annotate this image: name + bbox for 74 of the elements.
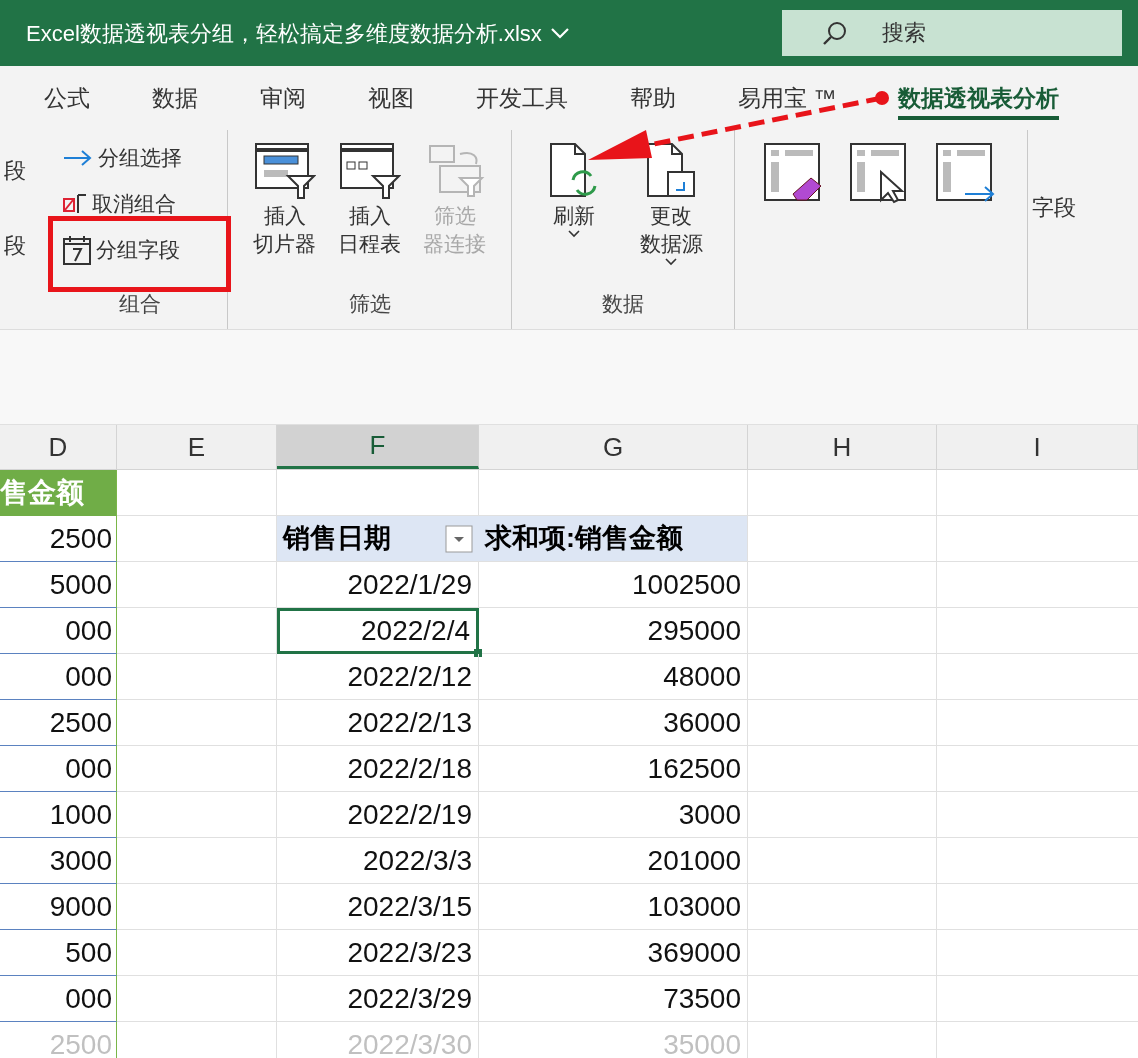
table-cell: 3000: [0, 838, 117, 884]
pivot-header-cell: 求和项:销售金额: [479, 516, 748, 562]
column-header[interactable]: H: [748, 425, 937, 469]
table-cell: 295000: [479, 608, 748, 654]
column-header[interactable]: I: [937, 425, 1138, 469]
column-header[interactable]: G: [479, 425, 748, 469]
filter-table-icon: [338, 140, 401, 202]
table-cell: 2022/2/13: [277, 700, 479, 746]
table-cell: 369000: [479, 930, 748, 976]
table-cell: 000: [0, 976, 117, 1022]
arrow-icon: [62, 148, 94, 168]
group-label: 数据: [601, 290, 645, 317]
search-field[interactable]: 搜索: [782, 10, 1122, 56]
ribbon-label: 字段: [1032, 194, 1076, 222]
ribbon-tab[interactable]: 数据透视表分析: [898, 76, 1060, 120]
column-header[interactable]: F: [277, 425, 479, 469]
table-cell: 162500: [479, 746, 748, 792]
table-cell: 2022/3/15: [277, 884, 479, 930]
table-cell: 2022/2/4: [277, 608, 479, 654]
ribbon-label: 段: [4, 231, 27, 260]
group-label: 组合: [117, 290, 162, 317]
table-cell: 000: [0, 746, 117, 792]
table-cell: 1002500: [479, 562, 748, 608]
table-cell: 9000: [0, 884, 117, 930]
ribbon-button[interactable]: 插入 切片器: [253, 140, 316, 258]
calendar-icon: [62, 234, 92, 266]
ribbon-button[interactable]: 分组选择: [62, 138, 182, 178]
table-cell: 1000: [0, 792, 117, 838]
ungroup-icon: [62, 193, 88, 215]
table-cell: 103000: [479, 884, 748, 930]
ribbon-button[interactable]: 刷新: [543, 140, 606, 230]
ribbon-button[interactable]: 更改 数据源: [639, 140, 703, 258]
ribbon-tab[interactable]: 易用宝 ™: [738, 76, 837, 120]
table-cell: 35000: [479, 1022, 748, 1058]
search-icon: [822, 20, 848, 46]
ribbon-tab[interactable]: 视图: [368, 76, 414, 120]
table-cell: 2022/2/19: [277, 792, 479, 838]
ribbon-button[interactable]: 取消组合: [62, 184, 176, 224]
table-cell: 2500: [0, 1022, 117, 1058]
table-cell: 2022/1/29: [277, 562, 479, 608]
table-cell: 000: [0, 654, 117, 700]
table-cell: 73500: [479, 976, 748, 1022]
table-cell: 2022/3/30: [277, 1022, 479, 1058]
table-cell: 2022/3/29: [277, 976, 479, 1022]
fill-handle[interactable]: [474, 649, 482, 657]
filter-table-icon: [253, 140, 316, 202]
ribbon-button[interactable]: 插入 日程表: [338, 140, 401, 258]
table-cell: 2500: [0, 516, 117, 562]
group-label: 筛选: [347, 290, 392, 317]
table-cell: 2022/3/23: [277, 930, 479, 976]
ribbon-label: 段: [4, 156, 27, 185]
table-cell: 3000: [479, 792, 748, 838]
header-cell: 售金额: [0, 470, 117, 516]
ribbon-tab[interactable]: 审阅: [260, 76, 306, 120]
table-cell: 48000: [479, 654, 748, 700]
ribbon-tab[interactable]: 数据: [152, 76, 198, 120]
table-cell: 500: [0, 930, 117, 976]
table-cell: 2022/3/3: [277, 838, 479, 884]
field-label: 销售日期: [283, 522, 391, 556]
window-title: Excel数据透视表分组，轻松搞定多维度数据分析.xlsx: [26, 19, 542, 48]
table-cell: 2500: [0, 700, 117, 746]
table-cell: 201000: [479, 838, 748, 884]
ribbon-tab[interactable]: 公式: [44, 76, 90, 120]
ribbon-button[interactable]: 分组字段: [62, 230, 180, 270]
chevron-icon[interactable]: [549, 27, 570, 39]
table-cell: 2022/2/12: [277, 654, 479, 700]
table-cell: 36000: [479, 700, 748, 746]
ribbon-tab[interactable]: 开发工具: [476, 76, 568, 120]
ribbon-tab[interactable]: 帮助: [630, 76, 676, 120]
table-cell: 000: [0, 608, 117, 654]
table-cell: 2022/2/18: [277, 746, 479, 792]
table-cell: 5000: [0, 562, 117, 608]
filter-dropdown-icon[interactable]: [445, 524, 473, 553]
column-header[interactable]: D: [0, 425, 117, 469]
